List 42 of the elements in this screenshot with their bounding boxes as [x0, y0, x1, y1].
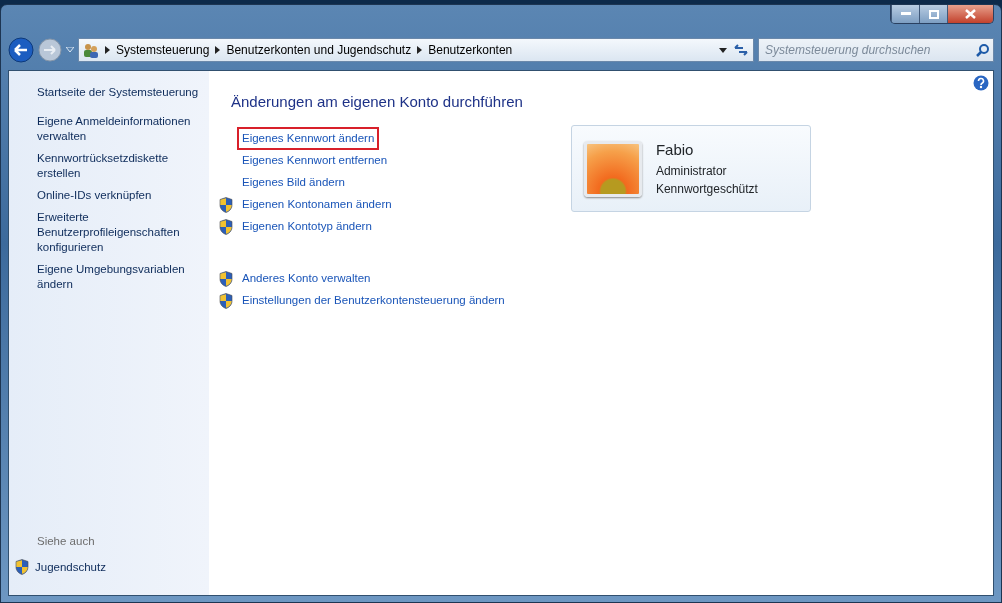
close-icon	[965, 9, 976, 19]
dropdown-arrow-icon[interactable]	[719, 47, 727, 53]
sidebar-link[interactable]: Eigene Anmeldeinformationen verwalten	[37, 114, 201, 144]
maximize-button[interactable]	[919, 5, 947, 23]
task-link[interactable]: Einstellungen der Benutzerkontensteuerung ändern	[237, 288, 510, 313]
account-status: Kennwortgeschützt	[655, 180, 758, 198]
chevron-icon	[215, 46, 221, 54]
task-link[interactable]: Eigenen Kontonamen ändern	[237, 192, 397, 217]
task-link[interactable]: Eigenes Kennwort entfernen	[237, 148, 393, 173]
help-icon[interactable]	[973, 75, 989, 91]
sidebar-link[interactable]: Eigene Umgebungsvariablen ändern	[37, 262, 201, 292]
sidebar-link[interactable]: Jugendschutz	[35, 559, 106, 575]
task-link[interactable]: Eigenes Kennwort ändern	[237, 126, 380, 151]
close-button[interactable]	[947, 5, 993, 23]
sidebar-link[interactable]: Online-IDs verknüpfen	[37, 188, 201, 203]
users-icon	[83, 42, 99, 58]
sidebar-link[interactable]: Kennwortrücksetzdiskette erstellen	[37, 151, 201, 181]
minimize-button[interactable]	[891, 5, 919, 23]
sidebar-link[interactable]: Startseite der Systemsteuerung	[37, 85, 201, 100]
task-link[interactable]: Eigenes Bild ändern	[237, 170, 350, 195]
sidebar-link[interactable]: Erweiterte Benutzerprofileigenschaften konfigurieren	[37, 210, 201, 255]
search-icon[interactable]	[976, 43, 989, 57]
breadcrumb-link[interactable]: Benutzerkonten und Jugendschutz	[226, 41, 412, 59]
account-name: Fabio	[655, 140, 695, 161]
task-link[interactable]: Anderes Konto verwalten	[237, 266, 376, 291]
forward-button[interactable]	[38, 38, 62, 62]
account-picture	[583, 140, 642, 197]
maximize-icon	[928, 9, 939, 19]
account-type: Administrator	[655, 162, 728, 180]
breadcrumb-link[interactable]: Benutzerkonten	[428, 41, 513, 59]
see-also-heading: Siehe auch	[37, 534, 96, 549]
chevron-icon	[417, 46, 423, 54]
history-dropdown-icon[interactable]	[66, 47, 74, 53]
task-link[interactable]: Eigenen Kontotyp ändern	[237, 214, 377, 239]
address-bar[interactable]: Systemsteuerung Benutzerkonten und Jugendschutz Benutzerkonten	[78, 38, 754, 62]
chevron-icon	[105, 46, 110, 54]
refresh-icon[interactable]	[733, 43, 749, 57]
page-heading: Änderungen am eigenen Konto durchführen	[231, 92, 523, 112]
minimize-icon	[900, 12, 911, 16]
back-button[interactable]	[8, 37, 34, 63]
breadcrumb-link[interactable]: Systemsteuerung	[116, 41, 210, 59]
search-field[interactable]: Systemsteuerung durchsuchen	[758, 38, 994, 62]
